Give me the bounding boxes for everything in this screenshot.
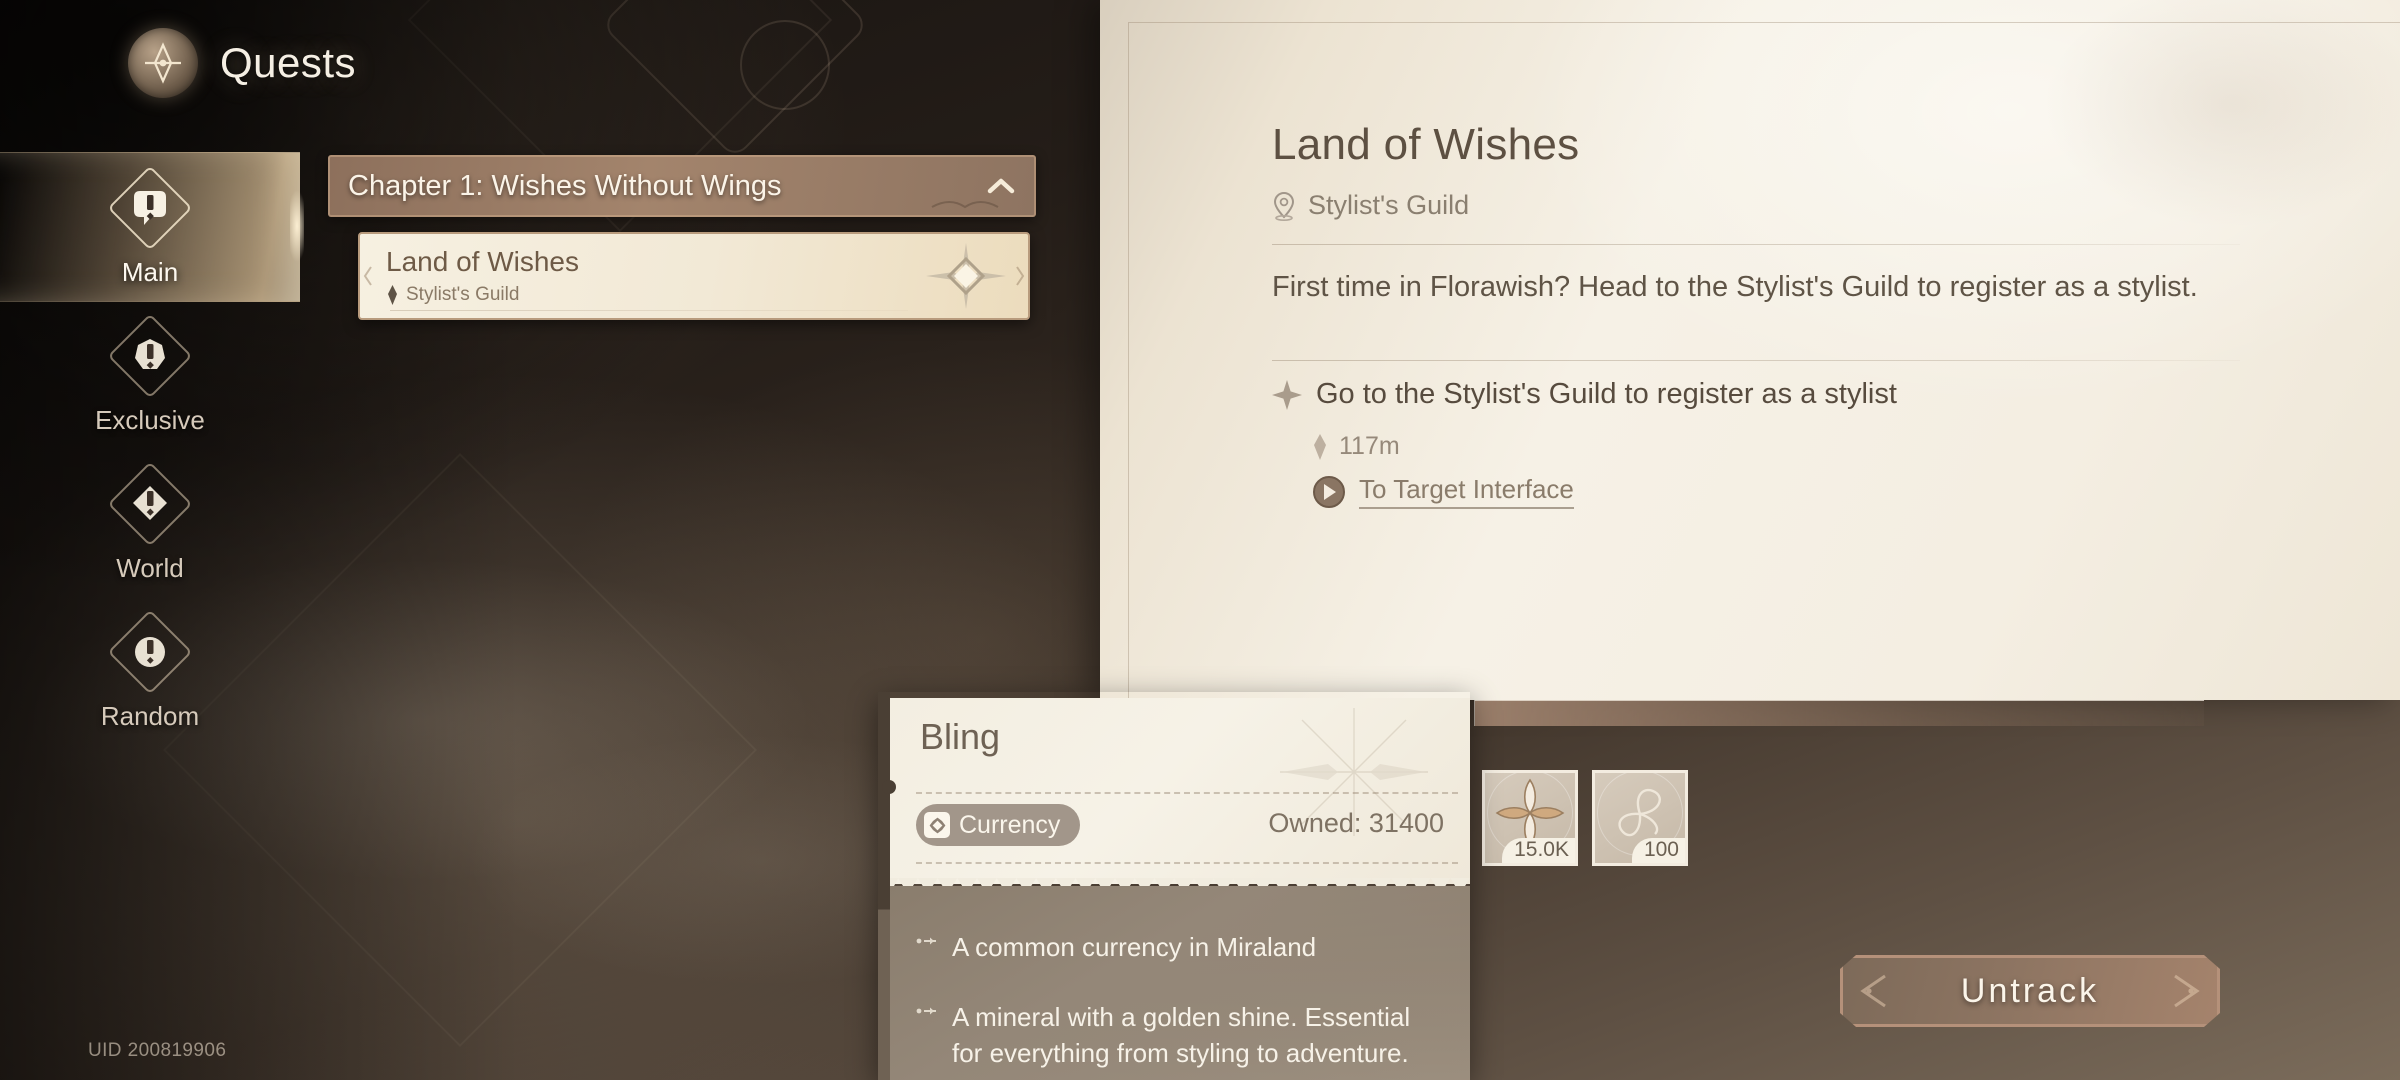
bullet-icon: [916, 1007, 936, 1015]
tooltip-divider: [916, 792, 1458, 794]
tooltip-owned: Owned: 31400: [1268, 808, 1444, 839]
button-ornament-icon: [1855, 972, 1889, 1010]
sidebar-item-label: Exclusive: [95, 404, 205, 435]
quest-exclusive-icon: [107, 313, 193, 399]
owned-label: Owned:: [1268, 808, 1362, 838]
to-target-interface-label[interactable]: To Target Interface: [1359, 474, 1574, 509]
quest-world-icon: [107, 461, 193, 547]
quest-location: Stylist's Guild: [386, 284, 519, 306]
four-point-star-icon: [1272, 379, 1302, 410]
untrack-label: Untrack: [1960, 971, 2100, 1010]
card-edge-icon: [363, 266, 372, 286]
quest-detail-panel: Land of Wishes Stylist's Guild First tim…: [1100, 0, 2400, 700]
objective-row: Go to the Stylist's Guild to register as…: [1272, 378, 1897, 411]
objective-distance: 117m: [1312, 432, 1400, 461]
sidebar-item-main[interactable]: Main: [0, 152, 304, 302]
page-header: Quests: [128, 28, 356, 98]
detail-divider: [1272, 360, 2240, 361]
tooltip-category-tag: Currency: [916, 804, 1081, 846]
quest-random-icon: [107, 609, 193, 695]
quest-main-icon: [107, 165, 193, 251]
quest-name: Land of Wishes: [386, 246, 579, 277]
detail-divider: [1272, 244, 2240, 245]
distance-value: 117m: [1339, 432, 1400, 460]
button-ornament-icon: [2171, 972, 2205, 1010]
map-pin-icon: [1273, 191, 1295, 221]
currency-badge-icon: [924, 812, 950, 838]
tooltip-title: Bling: [920, 716, 1001, 757]
compass-rose-icon: [926, 243, 1006, 309]
tooltip-divider: [916, 862, 1458, 864]
card-separator: [390, 310, 908, 311]
owned-value: 31400: [1368, 808, 1444, 838]
tooltip-anchor-dot: [882, 780, 896, 794]
arrow-circle-right-icon[interactable]: [1312, 475, 1346, 509]
tooltip-description-item: A mineral with a golden shine. Essential…: [916, 1000, 1440, 1072]
reward-quantity: 100: [1631, 838, 1685, 863]
tooltip-description-list: A common currency in Miraland A mineral …: [890, 886, 1470, 1080]
sidebar-item-label: World: [116, 552, 184, 583]
untrack-button[interactable]: Untrack: [1840, 955, 2220, 1027]
distance-marker-icon: [1314, 433, 1326, 460]
chevron-up-icon[interactable]: [986, 176, 1016, 196]
sidebar-item-exclusive[interactable]: Exclusive: [0, 300, 300, 448]
tooltip-description-item: A common currency in Miraland: [916, 930, 1440, 966]
quests-screen: Quests Main Exclusive World Random UID 2…: [0, 0, 2400, 1080]
uid-text: UID 200819906: [88, 1040, 227, 1061]
detail-location: Stylist's Guild: [1272, 190, 1469, 221]
reward-list: 15.0K 100: [1482, 770, 1688, 866]
sidebar-item-world[interactable]: World: [0, 448, 300, 596]
sidebar-item-random[interactable]: Random: [0, 596, 300, 744]
page-title: Quests: [220, 39, 357, 86]
to-target-interface-link[interactable]: To Target Interface: [1312, 474, 1574, 509]
detail-title: Land of Wishes: [1272, 120, 1580, 169]
card-edge-icon: [1016, 266, 1025, 286]
tooltip-description-text: A mineral with a golden shine. Essential…: [952, 1001, 1411, 1068]
chapter-flourish-icon: [931, 201, 999, 209]
quest-location-label: Stylist's Guild: [406, 284, 520, 305]
compass-emblem-icon: [128, 28, 198, 98]
chapter-header[interactable]: Chapter 1: Wishes Without Wings: [328, 155, 1036, 217]
reward-quantity: 15.0K: [1502, 838, 1575, 863]
item-tooltip: Bling Currency Owned: 31400 A common cur…: [878, 692, 1470, 1080]
chapter-title: Chapter 1: Wishes Without Wings: [348, 169, 782, 202]
detail-location-label: Stylist's Guild: [1308, 190, 1470, 220]
tooltip-category-label: Currency: [959, 810, 1061, 839]
objective-text: Go to the Stylist's Guild to register as…: [1316, 378, 1897, 410]
rewards-header-bar: [1474, 700, 2204, 726]
reward-item[interactable]: 15.0K: [1482, 770, 1578, 866]
quest-list-item[interactable]: Land of Wishes Stylist's Guild: [358, 232, 1030, 320]
bullet-icon: [916, 937, 936, 945]
detail-description: First time in Florawish? Head to the Sty…: [1272, 271, 2198, 303]
sidebar-item-label: Main: [121, 256, 179, 287]
sidebar: Main Exclusive World Random: [0, 152, 304, 744]
map-pin-icon: [388, 285, 397, 305]
tooltip-side-stripe: [878, 692, 890, 1080]
tooltip-description-text: A common currency in Miraland: [952, 932, 1317, 962]
reward-item[interactable]: 100: [1592, 770, 1688, 866]
tooltip-header: Bling Currency Owned: 31400: [890, 698, 1470, 884]
panel-texture: [1980, 0, 2400, 260]
sidebar-item-label: Random: [100, 700, 200, 731]
